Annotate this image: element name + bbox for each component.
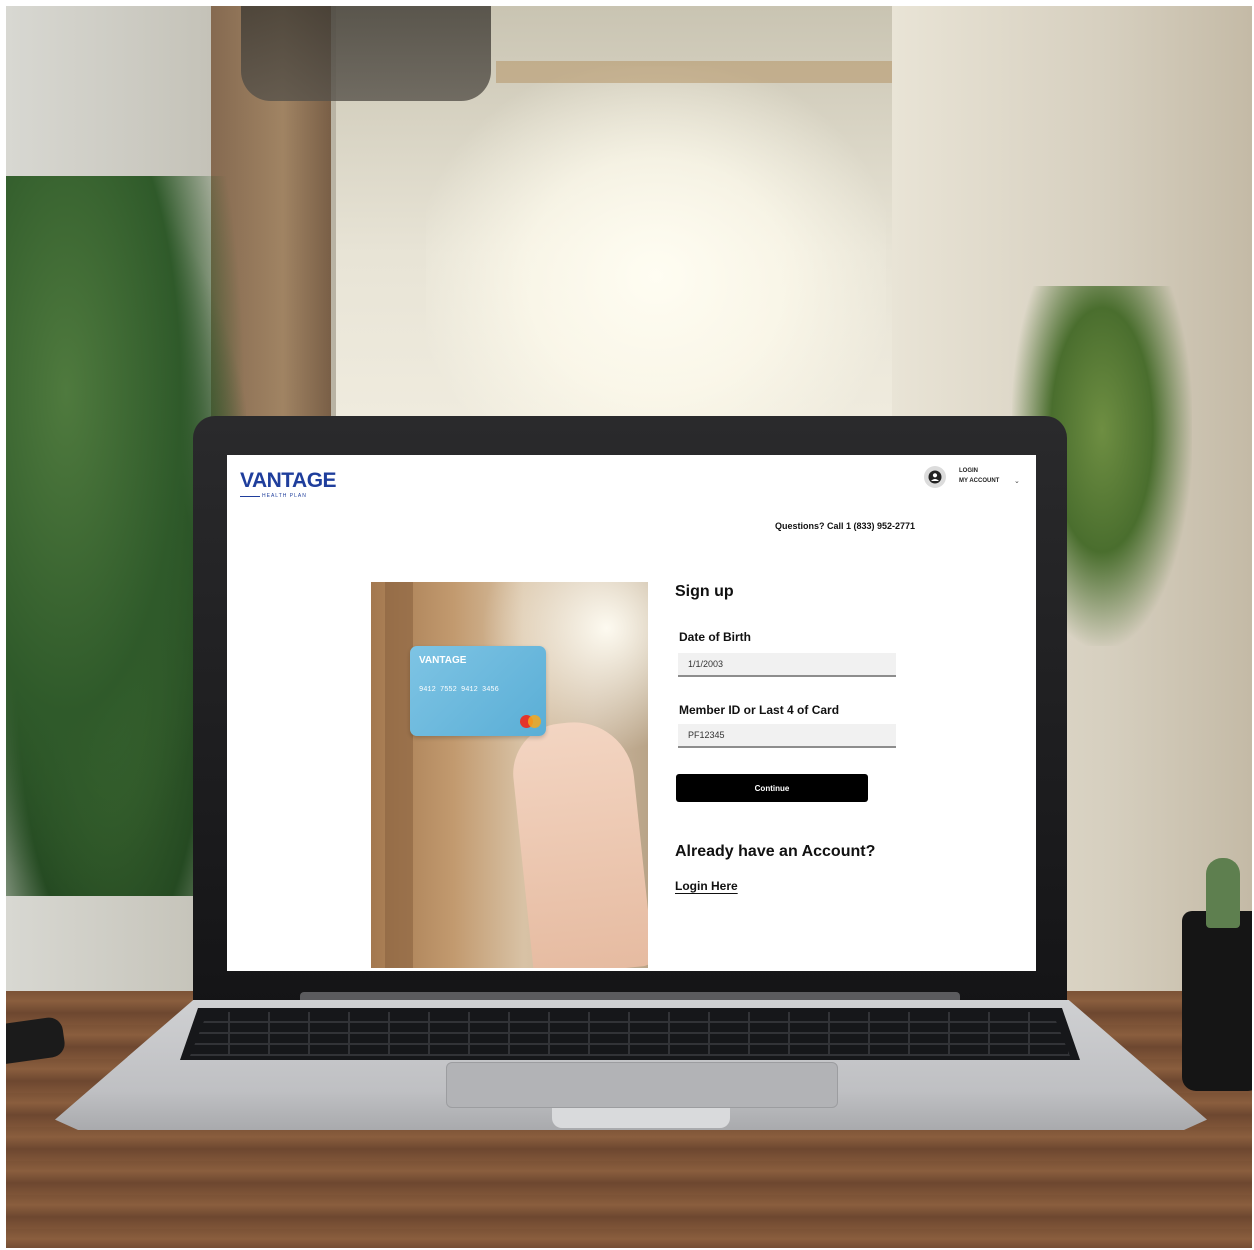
cactus	[1206, 858, 1240, 928]
member-id-label: Member ID or Last 4 of Card	[679, 703, 840, 717]
user-circle-icon[interactable]	[924, 466, 946, 488]
pendant-lamp	[241, 6, 491, 101]
chevron-down-icon[interactable]: ⌄	[1014, 477, 1020, 485]
logo-text: VANTAGE	[240, 469, 337, 492]
hand	[508, 716, 648, 968]
continue-button[interactable]: Continue	[676, 774, 868, 802]
already-have-account-heading: Already have an Account?	[675, 843, 876, 860]
card-logo: VANTAGE	[419, 655, 467, 666]
vantage-logo[interactable]: VANTAGE HEALTH PLAN	[240, 469, 337, 505]
member-id-input[interactable]	[678, 724, 896, 748]
trackpad	[446, 1062, 838, 1108]
signup-title: Sign up	[675, 583, 734, 600]
logo-underline	[240, 496, 260, 497]
my-account-label[interactable]: MY ACCOUNT	[959, 478, 999, 484]
login-here-link[interactable]: Login Here	[675, 879, 738, 893]
plant-pot	[1182, 911, 1252, 1091]
logo-subtext: HEALTH PLAN	[262, 493, 307, 499]
mastercard-orange-icon	[528, 715, 541, 728]
keyboard-keys	[190, 1012, 1070, 1056]
card-number: 9412 7552 9412 3456	[419, 686, 499, 694]
member-card: VANTAGE 9412 7552 9412 3456	[410, 646, 546, 736]
card-photo: VANTAGE 9412 7552 9412 3456	[371, 582, 648, 968]
dob-input[interactable]	[678, 653, 896, 677]
photo-background-post	[385, 582, 413, 968]
account-login-label[interactable]: LOGIN	[959, 468, 978, 474]
account-menu[interactable]: LOGIN MY ACCOUNT ⌄	[924, 464, 1029, 492]
lid-notch	[552, 1108, 730, 1128]
dob-label: Date of Birth	[679, 630, 751, 644]
support-phone-text: Questions? Call 1 (833) 952-2771	[775, 521, 916, 531]
laptop-screen: VANTAGE HEALTH PLAN LOGIN MY ACCOUNT ⌄ Q…	[227, 455, 1036, 971]
